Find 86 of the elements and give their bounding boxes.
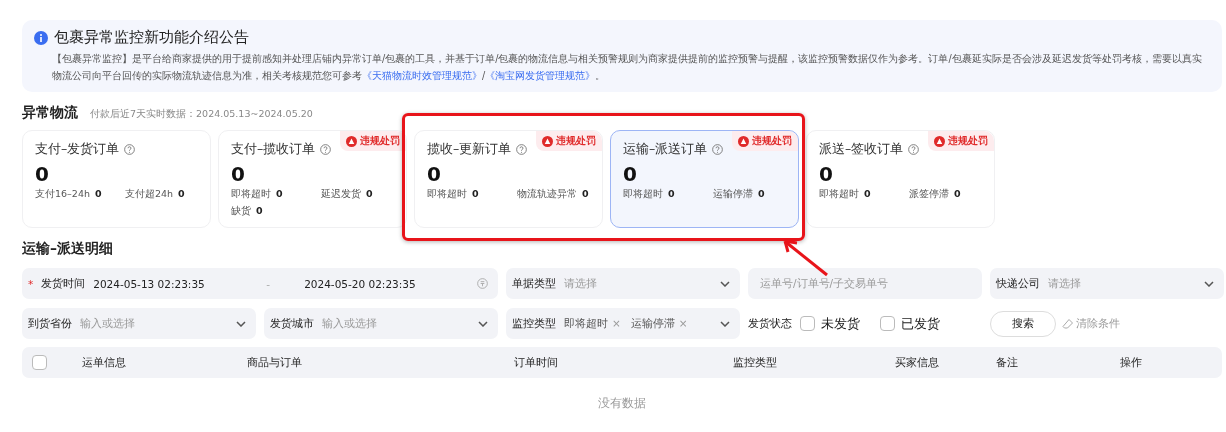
card-value: 0 <box>819 162 834 186</box>
select-field[interactable]: 单据类型 请选择 <box>506 268 740 299</box>
checkbox-label: 未发货 <box>821 314 860 333</box>
field-label: 发货状态 <box>748 316 792 331</box>
column-header: 操作 <box>1120 355 1143 370</box>
stat-card[interactable]: 运输–派送订单 0 即将超时 0 运输停滞 0 违规处罚 <box>610 130 799 228</box>
field-label: 快递公司 <box>996 276 1040 291</box>
help-icon[interactable] <box>908 144 920 155</box>
end-date[interactable]: 2024-05-20 02:23:35 <box>304 277 469 290</box>
section-subtitle: 付款后近7天实时数据：2024.05.13~2024.05.20 <box>90 108 313 121</box>
help-icon[interactable] <box>712 144 724 155</box>
stat-card[interactable]: 支付–揽收订单 0 即将超时 0 延迟发货 0 缺货 0 违规处罚 <box>218 130 407 228</box>
placeholder: 运单号/订单号/子交易单号 <box>760 276 890 291</box>
column-header: 商品与订单 <box>247 355 303 370</box>
field-label: 监控类型 <box>512 316 556 331</box>
stat-item: 运输停滞 0 <box>713 188 766 201</box>
select-field[interactable]: 快递公司 请选择 <box>990 268 1224 299</box>
card-value: 0 <box>427 162 442 186</box>
card-value: 0 <box>623 162 638 186</box>
stat-item: 支付16–24h 0 <box>35 188 103 201</box>
help-icon[interactable] <box>124 144 136 155</box>
card-title: 支付–揽收订单 <box>231 141 316 158</box>
placeholder: 输入或选择 <box>80 316 136 331</box>
stat-item: 缺货 0 <box>231 205 264 218</box>
annotation-arrow <box>783 239 829 277</box>
card-title: 揽收–更新订单 <box>427 141 512 158</box>
checkbox-label: 已发货 <box>901 314 940 333</box>
field-label: 发货时间 <box>41 276 86 291</box>
stat-item: 支付超24h 0 <box>125 188 186 201</box>
penalty-badge: 违规处罚 <box>732 131 798 151</box>
notice-title: 包裹异常监控新功能介绍公告 <box>54 28 249 47</box>
stat-card[interactable]: 支付–发货订单 0 支付16–24h 0 支付超24h 0 <box>22 130 211 228</box>
info-icon <box>34 30 48 45</box>
notice-text: 【包裹异常监控】是平台给商家提供的用于提前感知并处理店铺内异常订单/包裹的工具，并基于订单/包裹的物流信息与相关预警规则为商家提供提前的监控预警与提醒，该监控预警数据仅作为参考。订单/包裹延实际是否会涉及延迟发货等处罚考核，需要以真实物流公司向平台回传的实际物流轨迹信息为准，相关考核规范您可参考《天猫物流时效管理规范》/《淘宝网发货管理规范》。 <box>52 52 1203 83</box>
card-value: 0 <box>231 162 246 186</box>
column-header: 运单信息 <box>82 355 127 370</box>
chevron-down-icon <box>1204 280 1214 287</box>
chevron-down-icon <box>478 320 488 327</box>
range-separator: - <box>266 277 271 290</box>
stat-card[interactable]: 派送–签收订单 0 即将超时 0 派签停滞 0 违规处罚 <box>806 130 995 228</box>
stat-item: 即将超时 0 <box>819 188 872 201</box>
card-title: 运输–派送订单 <box>623 141 708 158</box>
stat-item: 延迟发货 0 <box>321 188 374 201</box>
penalty-badge: 违规处罚 <box>536 131 602 151</box>
select-all-checkbox[interactable] <box>32 355 47 370</box>
section-title: 运输–派送明细 <box>22 240 114 258</box>
field-label: 到货省份 <box>28 316 72 331</box>
stat-item: 派签停滞 0 <box>909 188 962 201</box>
column-header: 买家信息 <box>895 355 940 370</box>
required-mark: * <box>28 277 34 290</box>
chevron-down-icon <box>720 280 730 287</box>
select-field[interactable]: 发货城市 输入或选择 <box>264 308 498 339</box>
start-date[interactable]: 2024-05-13 02:23:35 <box>93 277 259 290</box>
help-icon[interactable] <box>320 144 332 155</box>
card-title: 派送–签收订单 <box>819 141 904 158</box>
link[interactable]: 《淘宝网发货管理规范》 <box>485 70 596 81</box>
link[interactable]: 《天猫物流时效管理规范》 <box>362 70 482 81</box>
penalty-badge: 违规处罚 <box>928 131 994 151</box>
chevron-down-icon <box>236 320 246 327</box>
stat-item: 即将超时 0 <box>427 188 480 201</box>
placeholder: 请选择 <box>1048 276 1082 291</box>
stat-item: 即将超时 0 <box>231 188 284 201</box>
field-label: 单据类型 <box>512 276 556 291</box>
tag: 即将超时 × <box>564 316 621 331</box>
select-field[interactable]: 到货省份 输入或选择 <box>22 308 256 339</box>
checkbox[interactable] <box>880 316 895 331</box>
section-title: 异常物流 <box>22 104 78 122</box>
column-header: 订单时间 <box>514 355 559 370</box>
placeholder: 请选择 <box>564 276 598 291</box>
search-button[interactable]: 搜索 <box>990 310 1056 337</box>
checkbox[interactable] <box>800 316 815 331</box>
column-header: 备注 <box>996 355 1019 370</box>
card-title: 支付–发货订单 <box>35 141 120 158</box>
tag: 运输停滞 × <box>630 316 688 331</box>
eraser-icon <box>1062 317 1074 330</box>
placeholder: 输入或选择 <box>322 316 378 331</box>
stat-item: 即将超时 0 <box>623 188 676 201</box>
card-value: 0 <box>35 162 50 186</box>
stat-card[interactable]: 揽收–更新订单 0 即将超时 0 物流轨迹异常 0 违规处罚 <box>414 130 603 228</box>
help-icon[interactable] <box>516 144 528 155</box>
field-label: 发货城市 <box>270 316 314 331</box>
column-header: 监控类型 <box>733 355 778 370</box>
empty-message: 没有数据 <box>598 396 646 411</box>
stat-item: 物流轨迹异常 0 <box>517 188 590 201</box>
date-range-field[interactable]: * 发货时间 2024-05-13 02:23:35 - 2024-05-20 02:23:35 <box>22 268 498 299</box>
chevron-down-icon <box>720 320 730 327</box>
